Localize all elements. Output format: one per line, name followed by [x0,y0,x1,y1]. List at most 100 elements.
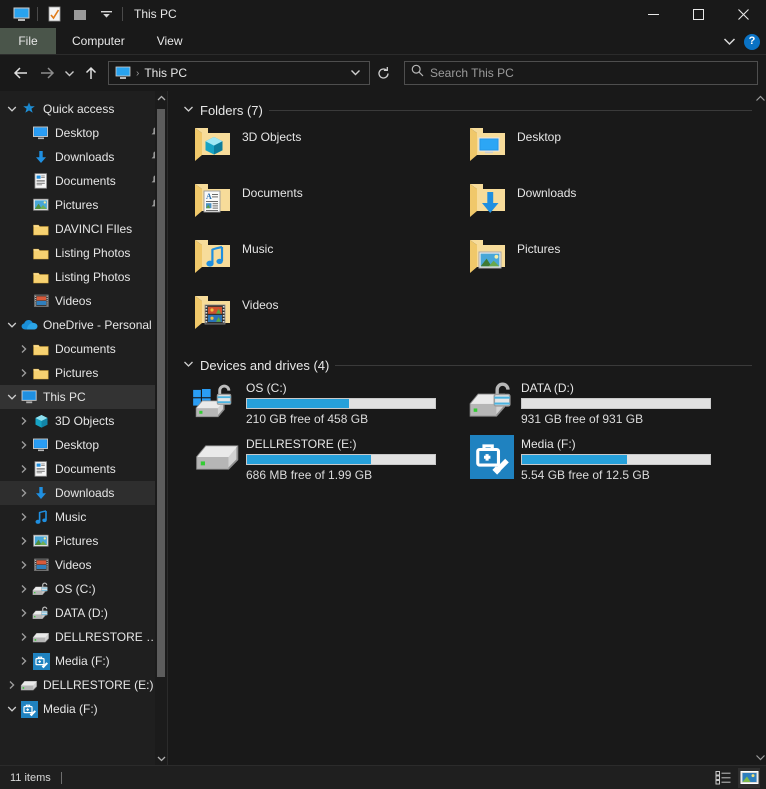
ribbon-tab-bar: File Computer View ? [0,28,766,55]
tab-file[interactable]: File [0,28,56,54]
folder-item[interactable]: Music [192,236,467,292]
expander-icon[interactable] [16,464,32,474]
expander-icon[interactable] [4,105,20,113]
sidebar-item-data-d[interactable]: DATA (D:) [0,601,167,625]
sidebar-section-this-pc[interactable]: This PC [0,385,167,409]
address-bar: › This PC Search This PC [0,55,766,91]
tab-computer[interactable]: Computer [56,28,141,54]
sidebar-item-dellrestore-e[interactable]: DELLRESTORE (E:) [0,625,167,649]
drive-free-space: 686 MB free of 1.99 GB [246,468,373,482]
drive-free-space: 931 GB free of 931 GB [521,412,644,426]
content-scroll-up-icon[interactable] [754,91,766,107]
sidebar-item-pictures[interactable]: Pictures [0,529,167,553]
details-view-button[interactable] [712,768,734,788]
sidebar-section-dellrestore-root[interactable]: DELLRESTORE (E:) [0,673,167,697]
maximize-button[interactable] [676,0,721,28]
refresh-button[interactable] [370,61,396,85]
window-controls [631,0,766,28]
sidebar-item-documents[interactable]: Documents [0,169,167,193]
sidebar-scroll-track[interactable] [155,105,167,751]
folder-item[interactable]: Videos [192,292,467,348]
expander-icon[interactable] [16,416,32,426]
folder-downloads-icon [467,180,511,224]
sidebar-scrollbar[interactable] [155,91,167,765]
large-icons-view-button[interactable] [738,767,760,788]
folder-item[interactable]: Downloads [467,180,742,236]
sidebar-scroll-up-icon[interactable] [155,91,167,105]
sidebar-item-desktop[interactable]: Desktop [0,121,167,145]
sidebar-scroll-thumb[interactable] [157,109,165,677]
folder-item[interactable]: Desktop [467,124,742,180]
drive-item[interactable]: DELLRESTORE (E:) 686 MB free of 1.99 GB [192,435,467,491]
sidebar-item-videos[interactable]: Videos [0,553,167,577]
sidebar-item-listing-photos[interactable]: Listing Photos [0,241,167,265]
drive-item[interactable]: Media (F:) 5.54 GB free of 12.5 GB [467,435,742,491]
content-scrollbar[interactable] [754,91,766,765]
folder-item[interactable]: 3D Objects [192,124,467,180]
expander-icon[interactable] [16,344,32,354]
expander-icon[interactable] [16,440,32,450]
expander-icon[interactable] [16,368,32,378]
expander-icon[interactable] [16,560,32,570]
sidebar-item-pictures[interactable]: Pictures [0,361,167,385]
sidebar-item-downloads[interactable]: Downloads [0,481,167,505]
toolbar-divider-2 [122,7,123,21]
address-dropdown-chevron-icon[interactable] [345,64,365,82]
this-pc-icon[interactable] [8,3,34,25]
expander-icon[interactable] [16,608,32,618]
close-button[interactable] [721,0,766,28]
sidebar-item-documents[interactable]: Documents [0,337,167,361]
expander-icon[interactable] [4,705,20,713]
help-icon[interactable]: ? [744,33,760,50]
sidebar-item-desktop[interactable]: Desktop [0,433,167,457]
sidebar-item-label: Documents [55,342,116,356]
expander-icon[interactable] [16,488,32,498]
properties-icon[interactable] [41,3,67,25]
minimize-button[interactable] [631,0,676,28]
sidebar-item-media-f[interactable]: Media (F:) [0,649,167,673]
sidebar-scroll-down-icon[interactable] [155,751,167,765]
drive-item[interactable]: OS (C:) 210 GB free of 458 GB [192,379,467,435]
sidebar-section-quick-access[interactable]: Quick access [0,97,167,121]
folder-item[interactable]: A Documents [192,180,467,236]
group-divider [268,110,752,111]
sidebar-item-pictures[interactable]: Pictures [0,193,167,217]
address-input[interactable]: › This PC [108,61,370,85]
expander-icon[interactable] [4,393,20,401]
sidebar-item-davinci-files[interactable]: DAVINCI FIles [0,217,167,241]
sidebar-item-3d-objects[interactable]: 3D Objects [0,409,167,433]
drive-item[interactable]: DATA (D:) 931 GB free of 931 GB [467,379,742,435]
expander-icon[interactable] [4,680,20,690]
folders-group-chevron-icon[interactable] [182,105,194,116]
content-scroll-down-icon[interactable] [754,749,766,765]
expander-icon[interactable] [16,656,32,666]
up-button[interactable] [78,60,104,86]
sidebar-item-documents[interactable]: Documents [0,457,167,481]
tab-view[interactable]: View [141,28,199,54]
back-button[interactable] [8,60,34,86]
expand-ribbon-chevron-icon[interactable] [723,33,736,51]
new-folder-icon[interactable] [67,3,93,25]
sidebar-item-videos[interactable]: Videos [0,289,167,313]
expander-icon[interactable] [16,632,32,642]
search-input[interactable]: Search This PC [404,61,758,85]
folder-item[interactable]: Pictures [467,236,742,292]
sidebar-item-downloads[interactable]: Downloads [0,145,167,169]
forward-button[interactable] [34,60,60,86]
devices-group-chevron-icon[interactable] [182,360,194,371]
folder-label: 3D Objects [242,130,302,144]
sidebar-item-listing-photos[interactable]: Listing Photos [0,265,167,289]
expander-icon[interactable] [4,321,20,329]
expander-icon[interactable] [16,512,32,522]
capacity-bar [246,398,436,409]
recent-locations-chevron-icon[interactable] [60,60,78,86]
group-header-folders[interactable]: Folders (7) [182,103,766,118]
customize-chevron-icon[interactable] [93,3,119,25]
expander-icon[interactable] [16,536,32,546]
group-header-devices[interactable]: Devices and drives (4) [182,358,766,373]
sidebar-section-onedrive[interactable]: OneDrive - Personal [0,313,167,337]
sidebar-item-music[interactable]: Music [0,505,167,529]
sidebar-section-media-root[interactable]: Media (F:) [0,697,167,721]
sidebar-item-os-c[interactable]: OS (C:) [0,577,167,601]
expander-icon[interactable] [16,584,32,594]
